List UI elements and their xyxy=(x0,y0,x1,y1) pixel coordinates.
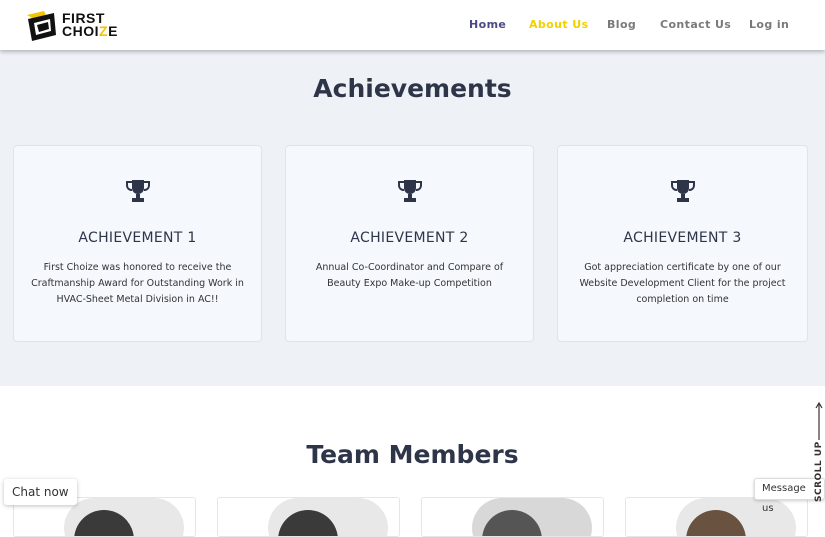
trophy-icon xyxy=(670,180,695,202)
nav-log-in[interactable]: Log in xyxy=(749,18,789,31)
trophy-icon xyxy=(125,180,150,202)
nav-contact-us[interactable]: Contact Us xyxy=(660,18,731,31)
team-member-card[interactable] xyxy=(625,497,808,537)
team-member-card[interactable] xyxy=(421,497,604,537)
achievements-title: Achievements xyxy=(313,74,512,103)
logo-mark-icon xyxy=(27,11,56,41)
achievement-description: Got appreciation certificate by one of o… xyxy=(579,262,786,305)
achievement-card: ACHIEVEMENT 3 Got appreciation certifica… xyxy=(557,145,808,342)
nav-home[interactable]: Home xyxy=(469,18,506,31)
team-member-card[interactable] xyxy=(217,497,400,537)
achievement-title: ACHIEVEMENT 3 xyxy=(623,230,742,246)
nav-about-us[interactable]: About Us xyxy=(529,18,589,31)
achievement-description: First Choize was honored to receive the … xyxy=(31,262,244,305)
achievement-card: ACHIEVEMENT 1 First Choize was honored t… xyxy=(13,145,262,342)
brand-logo[interactable]: FIRST CHOIZE xyxy=(24,9,124,43)
achievements-section: Achievements ACHIEVEMENT 1 First Choize … xyxy=(0,50,825,386)
achievement-title: ACHIEVEMENT 2 xyxy=(350,230,469,246)
achievement-description: Annual Co-Coordinator and Compare of Bea… xyxy=(315,262,504,289)
team-members-title: Team Members xyxy=(306,440,519,469)
site-header: FIRST CHOIZE Home About Us Blog Contact … xyxy=(0,0,825,50)
logo-wordmark: FIRST CHOIZE xyxy=(62,10,118,39)
trophy-icon xyxy=(397,180,422,202)
scroll-up-button[interactable]: SCROLL UP xyxy=(812,401,825,502)
chat-now-button[interactable]: Chat now xyxy=(4,479,77,505)
nav-blog[interactable]: Blog xyxy=(607,18,636,31)
achievement-title: ACHIEVEMENT 1 xyxy=(78,230,197,246)
scroll-up-label: SCROLL UP xyxy=(814,441,824,502)
achievement-card: ACHIEVEMENT 2 Annual Co-Coordinator and … xyxy=(285,145,534,342)
